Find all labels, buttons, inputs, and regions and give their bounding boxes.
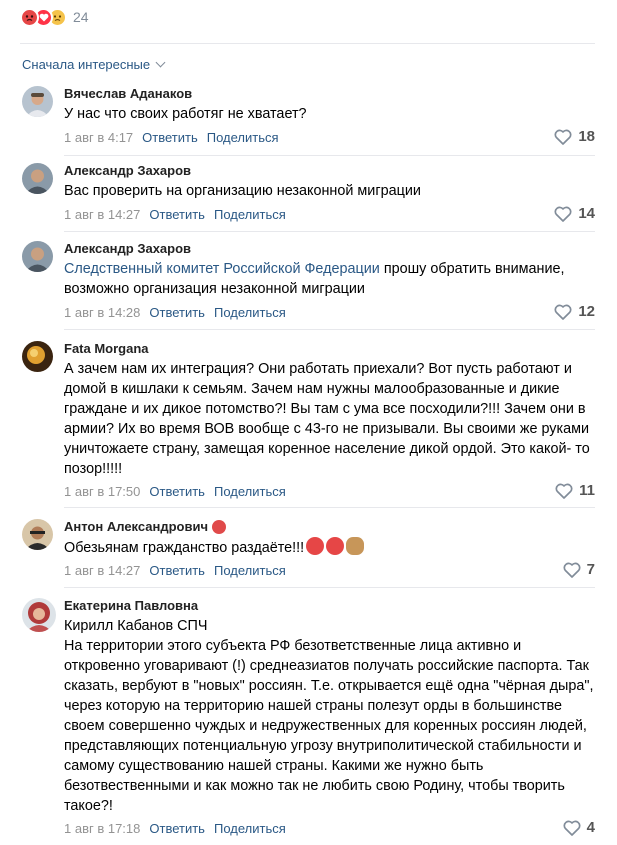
- like-button[interactable]: 7: [563, 561, 595, 578]
- reactions-count: 24: [73, 9, 89, 25]
- like-button[interactable]: 18: [554, 128, 595, 145]
- avatar[interactable]: [22, 86, 53, 117]
- reactions-summary[interactable]: 24: [20, 7, 89, 27]
- comment-time[interactable]: 1 авг в 14:27: [64, 207, 140, 222]
- like-count: 4: [586, 819, 595, 836]
- heart-icon: [563, 820, 581, 836]
- heart-icon: [554, 304, 572, 320]
- comment-author-name[interactable]: Антон Александрович: [64, 519, 208, 535]
- reply-button[interactable]: Ответить: [142, 130, 198, 145]
- comment: Вячеслав Аданаков У нас что своих работя…: [20, 86, 595, 156]
- share-button[interactable]: Поделиться: [214, 305, 286, 320]
- comment: Александр Захаров Следственный комитет Р…: [20, 241, 595, 330]
- comment: Антон Александрович Обезьянам гражданств…: [20, 519, 595, 588]
- avatar[interactable]: [22, 598, 56, 632]
- comment-meta: 1 авг в 17:18 Ответить Поделиться: [64, 821, 286, 836]
- comment-author: Антон Александрович: [64, 519, 595, 535]
- like-button[interactable]: 14: [554, 205, 595, 222]
- comment-time[interactable]: 1 авг в 14:27: [64, 563, 140, 578]
- share-button[interactable]: Поделиться: [214, 207, 286, 222]
- heart-icon: [563, 562, 581, 578]
- angry-face-icon: [326, 537, 345, 555]
- club-badge-icon: [212, 520, 227, 534]
- divider: [64, 587, 595, 588]
- comment-author[interactable]: Александр Захаров: [64, 241, 595, 257]
- avatar[interactable]: [22, 241, 53, 272]
- reply-button[interactable]: Ответить: [149, 207, 205, 222]
- like-button[interactable]: 11: [555, 482, 595, 499]
- heart-icon: [555, 483, 573, 499]
- comment-meta: 1 авг в 4:17 Ответить Поделиться: [64, 130, 279, 145]
- monkey-icon: [346, 537, 365, 555]
- like-count: 7: [586, 561, 595, 578]
- avatar[interactable]: [22, 341, 53, 372]
- comment-author[interactable]: Fata Morgana: [64, 341, 595, 357]
- comment-time[interactable]: 1 авг в 14:28: [64, 305, 140, 320]
- angry-face-icon: [20, 7, 39, 27]
- like-button[interactable]: 4: [563, 819, 595, 836]
- comment-meta: 1 авг в 14:27 Ответить Поделиться: [64, 207, 286, 222]
- comment-text: Вас проверить на организацию незаконной …: [64, 183, 421, 199]
- avatar[interactable]: [22, 163, 53, 194]
- comment-text: Кирилл Кабанов СПЧ На территории этого с…: [64, 616, 595, 816]
- comment: Александр Захаров Вас проверить на орган…: [20, 163, 595, 232]
- reply-button[interactable]: Ответить: [149, 305, 205, 320]
- heart-icon: [554, 206, 572, 222]
- comment-meta: 1 авг в 14:28 Ответить Поделиться: [64, 305, 286, 320]
- sort-label: Сначала интересные: [22, 57, 151, 72]
- reply-button[interactable]: Ответить: [149, 484, 205, 499]
- share-button[interactable]: Поделиться: [214, 563, 286, 578]
- comment-time[interactable]: 1 авг в 4:17: [64, 130, 133, 145]
- comment-meta: 1 авг в 14:27 Ответить Поделиться: [64, 563, 286, 578]
- reply-button[interactable]: Ответить: [149, 563, 205, 578]
- comment-text: А зачем нам их интеграция? Они работать …: [64, 361, 590, 477]
- avatar[interactable]: [22, 519, 53, 550]
- like-count: 18: [578, 128, 595, 145]
- comment-text: Обезьянам гражданство раздаёте!!!: [64, 537, 595, 558]
- comment-text: У нас что своих работяг не хватает?: [64, 106, 307, 122]
- share-button[interactable]: Поделиться: [214, 484, 286, 499]
- like-button[interactable]: 12: [554, 303, 595, 320]
- comment: Fata Morgana А зачем нам их интеграция? …: [20, 341, 595, 508]
- comment: Екатерина Павловна Кирилл Кабанов СПЧ На…: [20, 598, 595, 843]
- like-count: 11: [579, 482, 595, 499]
- chevron-down-icon: [155, 57, 166, 68]
- like-count: 12: [578, 303, 595, 320]
- comment-meta: 1 авг в 17:50 Ответить Поделиться: [64, 484, 286, 499]
- comment-time[interactable]: 1 авг в 17:18: [64, 821, 140, 836]
- comment-text-content: На территории этого субъекта РФ безответ…: [64, 638, 594, 814]
- share-button[interactable]: Поделиться: [214, 821, 286, 836]
- mention-link[interactable]: Следственный комитет Российской Федераци…: [64, 261, 380, 277]
- comment-addressee: Кирилл Кабанов СПЧ: [64, 618, 208, 634]
- sort-dropdown[interactable]: Сначала интересные: [22, 57, 166, 72]
- heart-icon: [554, 129, 572, 145]
- divider: [64, 329, 595, 330]
- comment-author[interactable]: Александр Захаров: [64, 163, 595, 179]
- divider: [64, 155, 595, 156]
- divider: [64, 231, 595, 232]
- like-count: 14: [578, 205, 595, 222]
- divider: [20, 43, 595, 44]
- reply-button[interactable]: Ответить: [149, 821, 205, 836]
- comment-text-content: Обезьянам гражданство раздаёте!!!: [64, 540, 305, 556]
- comment-author[interactable]: Екатерина Павловна: [64, 598, 595, 614]
- divider: [64, 507, 595, 508]
- comment-text: Следственный комитет Российской Федераци…: [64, 259, 595, 299]
- comment-time[interactable]: 1 авг в 17:50: [64, 484, 140, 499]
- angry-face-icon: [306, 537, 325, 555]
- share-button[interactable]: Поделиться: [207, 130, 279, 145]
- comment-author[interactable]: Вячеслав Аданаков: [64, 86, 595, 102]
